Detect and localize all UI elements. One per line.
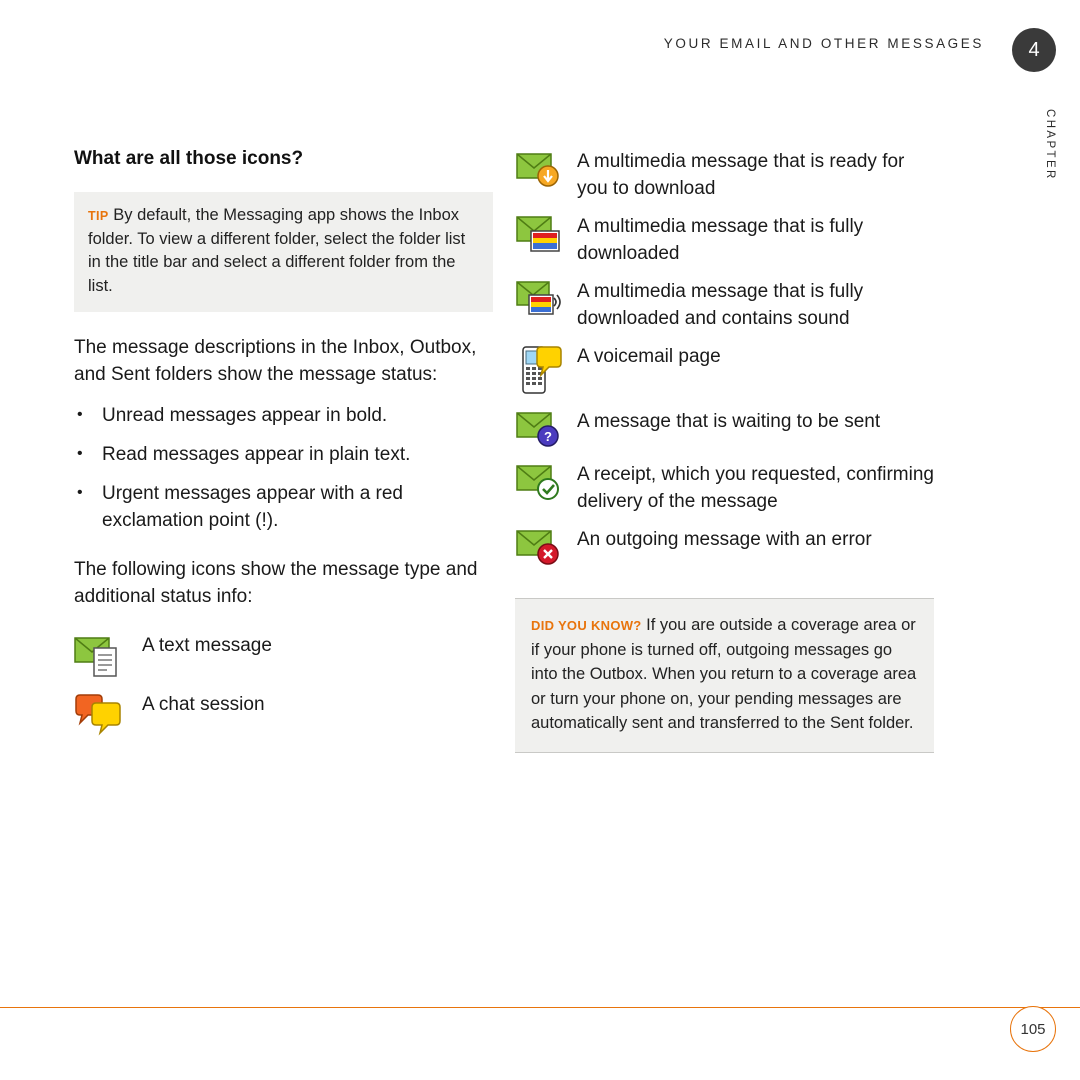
chapter-label: CHAPTER [1044,109,1056,181]
icon-label: A message that is waiting to be sent [577,411,881,432]
icon-row: A multimedia message that is fully downl… [515,213,940,267]
list-item: Unread messages appear in bold. [74,401,494,429]
paragraph-message-status: The message descriptions in the Inbox, O… [74,337,477,385]
chapter-number-badge: 4 [1012,28,1056,72]
icon-label: A multimedia message that is fully downl… [577,216,864,264]
right-column: A multimedia message that is ready for y… [515,148,940,753]
icon-row: A multimedia message that is ready for y… [515,148,940,202]
icon-label: A chat session [142,694,265,715]
icon-row: A receipt, which you requested, confirmi… [515,461,940,515]
mms-downloaded-sound-icon [515,278,577,320]
voicemail-page-icon [515,343,577,397]
right-icon-legend: A multimedia message that is ready for y… [515,148,940,568]
page-number-badge: 105 [1010,1006,1056,1052]
mms-ready-to-download-icon [515,148,577,190]
tip-callout: TIP By default, the Messaging app shows … [74,192,493,312]
icon-row: An outgoing message with an error [515,526,940,568]
text-message-icon [74,632,142,680]
icon-label: A voicemail page [577,346,721,367]
icon-row: A voicemail page [515,343,940,397]
icon-label: An outgoing message with an error [577,529,872,550]
icon-label: A multimedia message that is ready for y… [577,151,905,199]
icon-row: A multimedia message that is fully downl… [515,278,940,332]
icon-label: A receipt, which you requested, confirmi… [577,464,934,512]
outgoing-message-error-icon [515,526,577,568]
chat-session-icon [74,691,142,739]
did-you-know-text: If you are outside a coverage area or if… [531,616,917,732]
delivery-receipt-icon [515,461,577,503]
tip-label: TIP [88,209,109,223]
left-column: What are all those icons? TIP By default… [74,148,494,750]
tip-text: By default, the Messaging app shows the … [88,206,466,295]
page-number: 105 [1020,1020,1046,1038]
status-bullet-list: Unread messages appear in bold. Read mes… [74,401,494,534]
chapter-number: 4 [1028,38,1040,61]
svg-text:?: ? [544,429,552,444]
paragraph-icon-intro: The following icons show the message typ… [74,559,478,607]
icon-row: A chat session [74,691,494,739]
did-you-know-callout: DID YOU KNOW? If you are outside a cover… [515,598,934,753]
message-waiting-to-send-icon: ? [515,408,577,450]
icon-row: ? A message that is waiting to be sent [515,408,940,450]
left-icon-legend: A text message A chat session [74,632,494,739]
page-header: YOUR EMAIL AND OTHER MESSAGES [664,36,984,51]
icon-label: A multimedia message that is fully downl… [577,281,864,329]
page-title: What are all those icons? [74,148,304,169]
list-item: Read messages appear in plain text. [74,440,494,468]
mms-downloaded-icon [515,213,577,255]
list-item: Urgent messages appear with a red exclam… [74,479,494,534]
did-you-know-label: DID YOU KNOW? [531,618,642,633]
footer-divider [0,1007,1080,1008]
icon-label: A text message [142,635,272,656]
icon-row: A text message [74,632,494,680]
header-title: YOUR EMAIL AND OTHER MESSAGES [663,36,984,51]
